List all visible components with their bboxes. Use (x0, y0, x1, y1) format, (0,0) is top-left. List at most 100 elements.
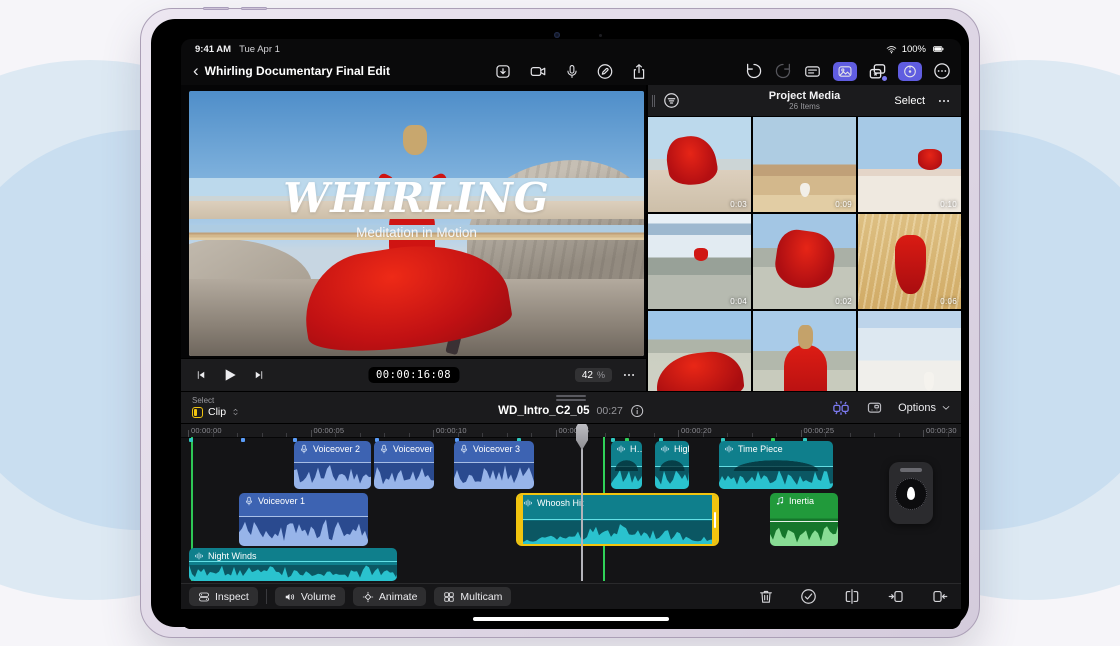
approve-icon[interactable] (800, 588, 817, 605)
media-thumbnail[interactable]: 0:02 (753, 214, 856, 309)
timeline-clip[interactable]: Voiceover 3 (454, 441, 534, 489)
selected-clip-name: WD_Intro_C2_05 (498, 405, 589, 417)
media-thumbnail[interactable] (858, 311, 961, 391)
options-label: Options (898, 402, 936, 414)
media-thumbnail[interactable]: 0:10 (858, 117, 961, 212)
media-thumbnail[interactable]: 0:06 (858, 214, 961, 309)
timeline-clip[interactable]: Voiceover 2 (374, 441, 434, 489)
timeline-clip[interactable]: Inertia (770, 493, 838, 546)
playhead[interactable] (576, 424, 588, 583)
timeline-marker[interactable] (189, 438, 193, 442)
app-screen: 9:41 AM Tue Apr 1 100% ‹ Whirling Docume… (181, 39, 961, 629)
media-thumbnail[interactable]: 0:04 (648, 214, 751, 309)
media-thumbnail[interactable]: 0:03 (648, 117, 751, 212)
timeline-clip[interactable]: H… (611, 441, 642, 489)
transport-bar: 00:00:16:08 42 % (181, 358, 646, 391)
timeline-clip[interactable]: Time Piece (719, 441, 833, 489)
timeline-clip[interactable]: Night Winds (189, 548, 397, 581)
diamond-icon (362, 591, 374, 603)
share-icon[interactable] (631, 63, 648, 80)
home-indicator[interactable] (473, 617, 669, 621)
connect-clips-icon[interactable] (831, 399, 851, 417)
timeline-ruler[interactable]: 00:00:0000:00:0500:00:1000:00:1500:00:20… (181, 424, 961, 438)
ruler-timecode-label: 00:00:05 (314, 426, 345, 435)
record-voiceover-icon[interactable] (565, 63, 580, 80)
undo-icon[interactable] (745, 62, 763, 80)
timeline-clip[interactable]: Voiceover 2 (294, 441, 371, 489)
media-browser-icon[interactable] (833, 62, 857, 81)
sensor-dot (599, 34, 602, 37)
wifi-icon (885, 44, 898, 55)
timeline-clip[interactable]: High… (655, 441, 689, 489)
multicam-button[interactable]: Multicam (434, 587, 511, 606)
chevron-down-icon (941, 403, 951, 413)
front-camera (554, 32, 560, 38)
timeline-clip[interactable]: Whoosh Hit (516, 493, 719, 546)
effects-browser-icon[interactable] (868, 62, 887, 81)
inspect-button[interactable]: Inspect (189, 587, 258, 606)
split-clip-icon[interactable] (843, 588, 861, 605)
timeline-drag-handle[interactable] (556, 395, 586, 403)
tool-button-label: Volume (301, 591, 336, 603)
timeline-marker[interactable] (241, 438, 245, 442)
import-media-icon[interactable] (495, 63, 512, 80)
jog-wheel[interactable] (889, 462, 933, 524)
panel-resize-handle[interactable] (652, 95, 655, 107)
animate-button[interactable]: Animate (353, 587, 427, 606)
clip-mode-label: Clip (208, 406, 226, 418)
timeline[interactable]: 00:00:0000:00:0500:00:1000:00:1500:00:20… (181, 424, 961, 583)
volume-button[interactable]: Volume (275, 587, 345, 606)
main-content: WHIRLING Meditation in Motion 00:00:16:0… (181, 85, 961, 391)
insert-right-icon[interactable] (931, 588, 949, 605)
mic-icon (379, 444, 389, 454)
skip-back-icon[interactable] (195, 369, 207, 381)
back-chevron-icon[interactable]: ‹ (181, 62, 205, 81)
jog-wheel-dial[interactable] (895, 478, 927, 510)
options-button[interactable]: Options (898, 402, 951, 414)
timecode-display[interactable]: 00:00:16:08 (368, 367, 459, 383)
jog-wheel-knob (907, 487, 915, 500)
tool-button-label: Inspect (215, 591, 249, 603)
media-more-icon[interactable] (937, 94, 951, 108)
volume-up-button[interactable] (203, 7, 229, 10)
audio-wave-icon (523, 498, 533, 508)
pencil-annotate-icon[interactable] (597, 63, 614, 80)
project-title: Whirling Documentary Final Edit (205, 64, 390, 78)
clip-mode-selector[interactable]: Clip (192, 406, 240, 418)
jog-wheel-toggle-icon[interactable] (898, 62, 922, 81)
media-thumbnail[interactable] (648, 311, 751, 391)
delete-icon[interactable] (758, 588, 774, 605)
media-thumbnail[interactable] (753, 311, 856, 391)
clip-duration-badge: 0:04 (730, 297, 747, 306)
project-media-panel: Project Media 26 Items Select 0:030:090:… (648, 85, 961, 391)
status-bar: 9:41 AM Tue Apr 1 100% (181, 39, 961, 57)
redo-icon[interactable] (774, 62, 792, 80)
jog-wheel-handle[interactable] (900, 468, 922, 472)
picture-in-picture-icon[interactable] (865, 399, 884, 416)
thumbnail-figure (654, 348, 745, 391)
select-button[interactable]: Select (894, 95, 925, 107)
titles-browser-icon[interactable] (803, 63, 822, 80)
tool-button-label: Animate (379, 591, 418, 603)
volume-down-button[interactable] (241, 7, 267, 10)
thumbnail-figure (694, 248, 707, 260)
more-menu-icon[interactable] (933, 62, 951, 80)
home-row (181, 609, 961, 629)
filter-icon[interactable] (663, 92, 680, 109)
clip-label: Time Piece (738, 444, 783, 454)
subtitle-overlay: Meditation in Motion (189, 225, 644, 240)
video-preview[interactable]: WHIRLING Meditation in Motion (189, 91, 644, 356)
skip-forward-icon[interactable] (253, 369, 265, 381)
info-icon[interactable] (630, 404, 644, 418)
record-video-icon[interactable] (529, 63, 548, 80)
media-thumbnail[interactable]: 0:09 (753, 117, 856, 212)
thumbnail-figure (895, 235, 926, 294)
clip-label: Voiceover 1 (258, 496, 305, 506)
insert-left-icon[interactable] (887, 588, 905, 605)
viewer-more-icon[interactable] (622, 368, 636, 382)
zoom-level-control[interactable]: 42 % (575, 368, 612, 382)
thumbnail-figure (918, 149, 943, 170)
play-button[interactable] (222, 367, 238, 383)
select-mode-label: Select (192, 396, 214, 405)
timeline-clip[interactable]: Voiceover 1 (239, 493, 368, 546)
